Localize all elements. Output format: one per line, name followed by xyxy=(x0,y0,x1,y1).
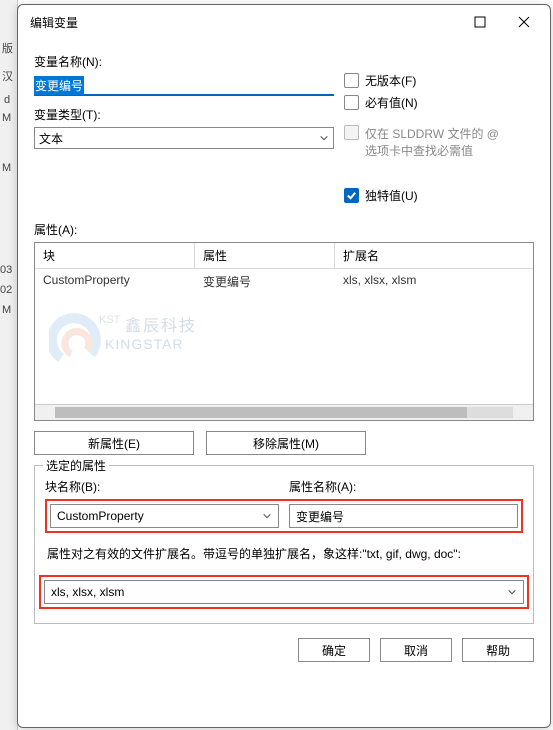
titlebar: 编辑变量 xyxy=(18,5,550,39)
background-app: 版 汉 d M M 03 02 M xyxy=(0,0,18,730)
new-attribute-button[interactable]: 新属性(E) xyxy=(34,431,194,455)
table-empty-area: KST 鑫辰科技 KINGSTAR xyxy=(35,294,533,404)
attributes-table: 块 属性 扩展名 CustomProperty 变更编号 xls, xlsx, … xyxy=(34,242,534,421)
var-type-label: 变量类型(T): xyxy=(34,106,334,123)
block-name-value: CustomProperty xyxy=(57,509,144,523)
table-header: 块 属性 扩展名 xyxy=(35,243,533,269)
group-legend: 选定的属性 xyxy=(43,457,109,474)
attr-name-input[interactable]: 变更编号 xyxy=(289,504,518,528)
var-name-input[interactable]: 变更编号 xyxy=(34,74,334,96)
td-attr: 变更编号 xyxy=(195,269,335,294)
selected-attribute-group: 选定的属性 块名称(B): 属性名称(A): CustomProperty xyxy=(34,465,534,624)
extension-hint: 属性对之有效的文件扩展名。带逗号的单独扩展名，象这样:"txt, gif, dw… xyxy=(47,545,521,563)
extensions-select[interactable]: xls, xlsx, xlsm xyxy=(44,580,524,604)
must-have-label: 必有值(N) xyxy=(365,94,418,111)
attr-name-value: 变更编号 xyxy=(296,508,344,525)
maximize-button[interactable] xyxy=(458,7,502,37)
extensions-value: xls, xlsx, xlsm xyxy=(51,585,124,599)
table-row[interactable]: CustomProperty 变更编号 xls, xlsx, xlsm xyxy=(35,269,533,294)
chevron-down-icon xyxy=(507,587,517,597)
var-type-select[interactable]: 文本 xyxy=(34,127,334,149)
var-type-value: 文本 xyxy=(39,130,63,147)
cancel-button[interactable]: 取消 xyxy=(380,638,452,662)
attr-name-label: 属性名称(A): xyxy=(289,478,523,495)
slddrw-checkbox xyxy=(344,125,359,140)
th-block[interactable]: 块 xyxy=(35,243,195,269)
th-attr[interactable]: 属性 xyxy=(195,243,335,269)
unique-label: 独特值(U) xyxy=(365,187,418,204)
block-name-label: 块名称(B): xyxy=(45,478,279,495)
dialog-edit-variable: 编辑变量 变量名称(N): 变更编号 变量类型(T): 文本 xyxy=(17,4,551,728)
window-title: 编辑变量 xyxy=(30,14,458,31)
must-have-checkbox[interactable] xyxy=(344,95,359,110)
help-button[interactable]: 帮助 xyxy=(462,638,534,662)
td-ext: xls, xlsx, xlsm xyxy=(335,269,533,294)
th-ext[interactable]: 扩展名 xyxy=(335,243,533,269)
horizontal-scrollbar[interactable] xyxy=(35,404,533,420)
unique-checkbox[interactable] xyxy=(344,188,359,203)
chevron-down-icon xyxy=(262,511,272,521)
ok-button[interactable]: 确定 xyxy=(298,638,370,662)
slddrw-label-2: 选项卡中查找必需值 xyxy=(365,142,499,159)
block-name-select[interactable]: CustomProperty xyxy=(50,504,279,528)
var-name-selection: 变更编号 xyxy=(34,76,84,95)
highlight-box-1: CustomProperty 变更编号 xyxy=(45,499,523,533)
var-name-label: 变量名称(N): xyxy=(34,53,334,70)
no-version-label: 无版本(F) xyxy=(365,72,416,89)
chevron-down-icon xyxy=(319,133,329,143)
watermark: KST 鑫辰科技 KINGSTAR xyxy=(49,312,199,373)
no-version-checkbox[interactable] xyxy=(344,73,359,88)
slddrw-label-1: 仅在 SLDDRW 文件的 @ xyxy=(365,125,499,142)
td-block: CustomProperty xyxy=(35,269,195,294)
close-button[interactable] xyxy=(502,7,546,37)
attributes-label: 属性(A): xyxy=(34,221,534,238)
dialog-footer: 确定 取消 帮助 xyxy=(18,624,550,676)
remove-attribute-button[interactable]: 移除属性(M) xyxy=(206,431,366,455)
highlight-box-2: xls, xlsx, xlsm xyxy=(39,575,529,609)
